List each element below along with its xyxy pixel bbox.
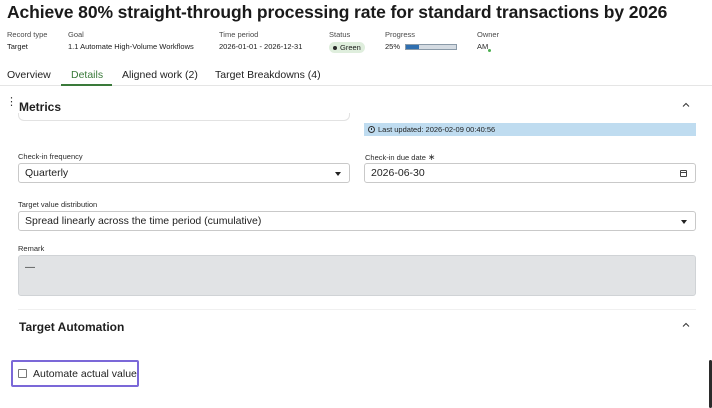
- checkin-frequency-value: Quarterly: [25, 167, 69, 179]
- progress-label: Progress: [385, 30, 416, 39]
- avatar[interactable]: AM: [477, 42, 493, 53]
- goal-link[interactable]: 1.1 Automate High-Volume Workflows: [68, 42, 194, 51]
- metrics-collapse-chevron-up-icon[interactable]: [682, 101, 690, 109]
- target-distribution-select[interactable]: Spread linearly across the time period (…: [18, 211, 696, 231]
- remark-field: —: [18, 255, 696, 296]
- time-period-label: Time period: [219, 30, 259, 39]
- presence-dot-icon: [487, 48, 493, 53]
- clock-icon: [368, 126, 375, 133]
- last-updated-text: Last updated: 2026-02-09 00:40:56: [378, 125, 496, 134]
- automate-actual-value-label: Automate actual value: [33, 367, 137, 380]
- time-period: Time period 2026-01-01 - 2026-12-31: [219, 30, 302, 51]
- checkin-due-date-input[interactable]: 2026-06-30: [364, 163, 696, 183]
- time-period-value: 2026-01-01 - 2026-12-31: [219, 42, 303, 51]
- drag-handle-icon[interactable]: ⋮: [6, 97, 17, 108]
- metrics-section-title: Metrics: [19, 100, 62, 114]
- automate-actual-value-checkbox-row[interactable]: Automate actual value: [11, 360, 139, 387]
- target-distribution-label: Target value distribution: [18, 200, 98, 209]
- status-value: Green: [340, 43, 361, 52]
- tab-overview[interactable]: Overview: [7, 69, 51, 81]
- tab-details[interactable]: Details: [71, 69, 103, 81]
- status-dot-icon: [333, 45, 337, 50]
- tab-target-breakdowns[interactable]: Target Breakdowns (4): [215, 69, 321, 81]
- target-automation-section-title: Target Automation: [19, 320, 125, 334]
- calendar-icon[interactable]: [680, 170, 687, 177]
- checkin-frequency-select[interactable]: Quarterly: [18, 163, 350, 183]
- progress-bar: [405, 43, 458, 50]
- status: Status Green: [329, 30, 365, 53]
- goal-label: Goal: [68, 30, 84, 39]
- last-updated-banner: Last updated: 2026-02-09 00:40:56: [364, 123, 696, 136]
- record-type-label: Record type: [7, 30, 48, 39]
- owner: Owner AM: [477, 30, 500, 53]
- progress-bar-fill: [406, 44, 419, 49]
- target-distribution-value: Spread linearly across the time period (…: [25, 215, 262, 227]
- progress-value: 25%: [385, 42, 401, 51]
- page-title: Achieve 80% straight-through processing …: [7, 2, 668, 22]
- remark-label: Remark: [18, 244, 45, 253]
- previous-field-edge: [18, 113, 350, 121]
- checkin-due-date-label-text: Check-in due date: [365, 153, 426, 162]
- tab-bar: Overview Details Aligned work (2) Target…: [0, 66, 712, 86]
- progress: Progress 25%: [385, 30, 458, 51]
- section-divider: [18, 309, 696, 310]
- automation-collapse-chevron-up-icon[interactable]: [682, 321, 690, 329]
- status-label: Status: [329, 30, 351, 39]
- dropdown-caret-icon: [335, 172, 341, 176]
- tab-aligned-work[interactable]: Aligned work (2): [122, 69, 198, 81]
- goal: Goal 1.1 Automate High-Volume Workflows: [68, 30, 194, 51]
- active-tab-indicator: [61, 84, 112, 86]
- checkin-due-date-label: Check-in due date ∗: [365, 152, 435, 163]
- status-badge: Green: [329, 42, 365, 53]
- owner-label: Owner: [477, 30, 500, 39]
- remark-value: —: [25, 262, 35, 273]
- checkin-frequency-label: Check-in frequency: [18, 152, 83, 161]
- required-asterisk: ∗: [427, 152, 436, 162]
- record-type: Record type Target: [7, 30, 47, 51]
- automate-actual-value-checkbox[interactable]: [18, 369, 27, 378]
- dropdown-caret-icon: [681, 220, 687, 224]
- checkin-due-date-value: 2026-06-30: [371, 167, 425, 179]
- record-type-value: Target: [7, 42, 28, 51]
